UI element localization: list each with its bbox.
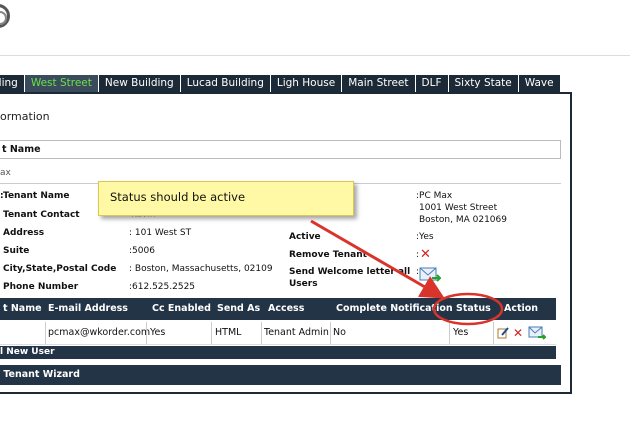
value-active: :Yes [416,232,434,242]
cell-email: pcmax@wkorder.com [48,327,151,338]
send-email-icon[interactable] [528,326,546,340]
col-email[interactable]: E-mail Address [48,298,128,320]
annotation-callout: Status should be active [98,181,354,216]
grid-divider [146,322,147,344]
value-phone-number: :612.525.2525 [129,282,196,292]
delete-icon[interactable]: ✕ [513,322,523,344]
grid-divider [330,322,331,344]
edit-icon[interactable] [497,327,509,339]
add-new-user-button[interactable]: l New User [0,346,556,359]
col-access[interactable]: Access [268,298,304,320]
callout-text: Status should be active [110,190,246,204]
tenant-name-header: t Name [0,140,561,159]
label-tenant-name: Tenant Name [3,191,70,201]
section-title: ormation [0,110,50,123]
owner-line-2: 1001 West Street [419,203,498,213]
tab-west-street[interactable]: West Street [24,75,99,92]
cell-cc-enabled: Yes [150,327,166,338]
grid-divider [211,322,212,344]
label-active: Active [289,232,321,242]
label-remove-tenant: Remove Tenant [289,250,367,260]
users-grid-header: t Name E-mail Address Cc Enabled Send As… [0,298,556,320]
tab-lucad-building[interactable]: Lucad Building [180,75,271,92]
grid-divider [449,322,450,344]
value-address: : 101 West ST [129,228,192,238]
label-address: Address [3,228,45,238]
grid-divider [261,322,262,344]
col-cc-enabled[interactable]: Cc Enabled [152,298,211,320]
col-name[interactable]: t Name [3,298,42,320]
send-email-icon[interactable] [419,265,441,285]
label-tenant-contact: Tenant Contact [3,210,80,220]
tab-dlf[interactable]: DLF [415,75,449,92]
value-remove-tenant: : [416,250,420,260]
tab-main-street[interactable]: Main Street [342,75,416,92]
header-divider [0,55,630,56]
building-tabs: lding West Street New Building Lucad Bui… [0,75,561,92]
app-logo [0,4,10,28]
owner-line-1: :PC Max [416,191,453,201]
cell-send-as: HTML [215,327,242,338]
label-suite: Suite [3,246,30,256]
cell-access: Tenant Admin [264,327,329,338]
tab-wave[interactable]: Wave [518,75,561,92]
value-city-state-postal: : Boston, Massachusetts, 02109 [129,264,273,274]
col-send-as[interactable]: Send As [217,298,260,320]
grid-divider [45,322,46,344]
cell-complete: No [333,327,346,338]
label-send-welcome-2: Users [289,279,318,289]
remove-tenant-icon[interactable]: ✕ [420,247,431,262]
col-complete-notification[interactable]: Complete Notification [336,298,453,320]
tenant-wizard-label: Tenant Wizard [3,369,80,380]
tenant-name-value: ax [0,168,11,178]
grid-divider [493,322,494,344]
col-status[interactable]: Status [456,298,491,320]
cell-status: Yes [453,327,469,338]
col-action: Action [504,303,539,314]
label-city-state-postal: City,State,Postal Code [3,264,117,274]
label-send-welcome: Send Welcome letter all [289,267,411,277]
tab-ligh-house[interactable]: Ligh House [270,75,343,92]
tab-new-building[interactable]: New Building [98,75,181,92]
value-suite: :5006 [129,246,155,256]
table-row: pcmax@wkorder.com Yes HTML Tenant Admin … [0,322,556,345]
tab-sixty-state[interactable]: Sixty State [448,75,519,92]
tab-building[interactable]: lding [0,75,25,92]
owner-line-3: Boston, MA 021069 [419,215,507,225]
tenant-wizard-bar[interactable]: Tenant Wizard [0,365,561,385]
label-phone-number: Phone Number [3,282,79,292]
